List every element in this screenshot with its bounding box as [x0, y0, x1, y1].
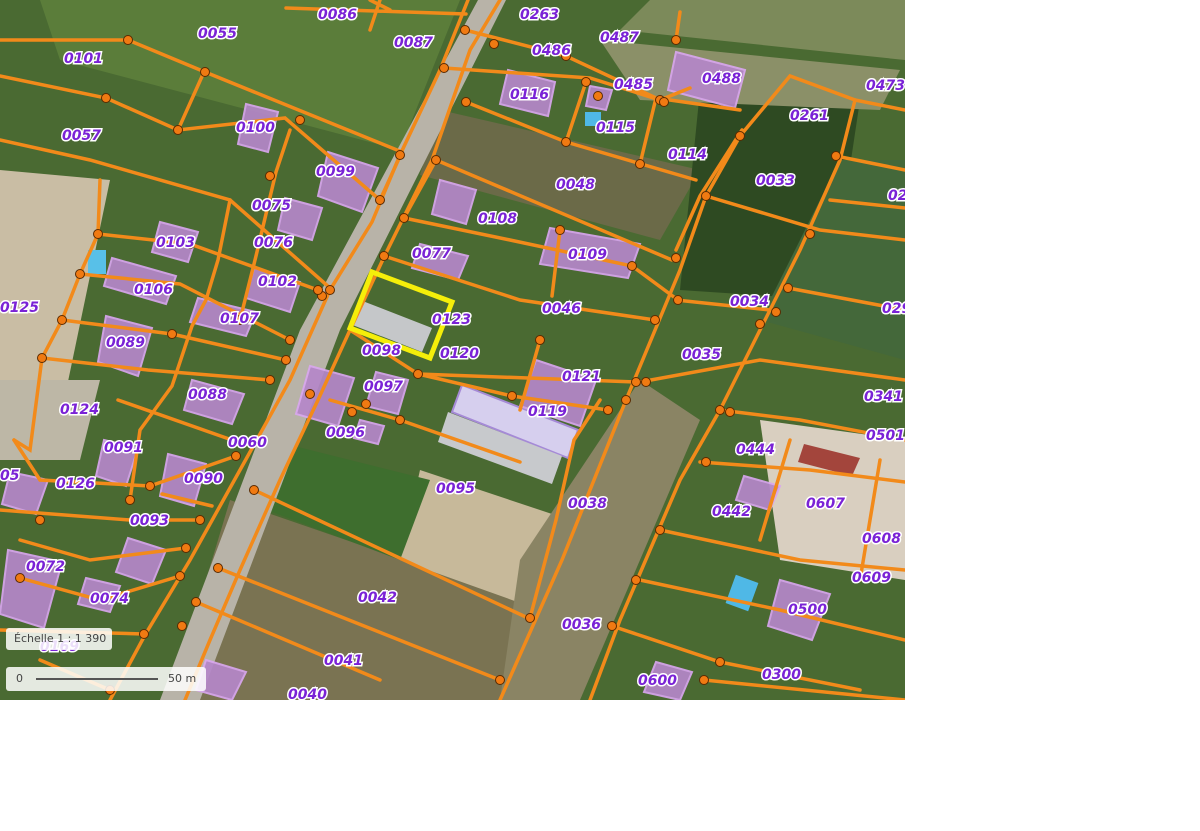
scale-bar-end: 50 m — [168, 672, 197, 685]
parcel-label: 0100 — [236, 120, 275, 136]
parcel-label: 0055 — [198, 26, 237, 42]
parcel-label: 0042 — [358, 590, 397, 606]
parcel-label: 0035 — [682, 347, 721, 363]
parcel-label: 0057 — [62, 128, 101, 144]
parcel-label: 0101 — [64, 51, 103, 67]
parcel-label: 0095 — [436, 481, 475, 497]
parcel-label: 0263 — [520, 7, 559, 23]
parcel-label: 0033 — [756, 173, 795, 189]
parcel-label: 0103 — [156, 235, 195, 251]
parcel-label: 0098 — [362, 343, 401, 359]
parcel-label: 0102 — [258, 274, 297, 290]
parcel-label: 0076 — [254, 235, 293, 251]
parcel-label: 0116 — [510, 87, 549, 103]
parcel-label: 0121 — [562, 369, 601, 385]
parcel-label: 0442 — [712, 504, 751, 520]
parcel-label: 0046 — [542, 301, 581, 317]
parcel-label: 0077 — [412, 246, 451, 262]
parcel-label: 0120 — [440, 346, 479, 362]
parcel-label: 0093 — [130, 513, 169, 529]
parcel-label: 0090 — [184, 471, 223, 487]
parcel-label: 0501 — [866, 428, 905, 444]
parcel-label: 0048 — [556, 177, 595, 193]
parcel-label: 0038 — [568, 496, 607, 512]
parcel-label: 0261 — [790, 108, 829, 124]
parcel-label: 0341 — [864, 389, 903, 405]
scale-bar: 0 50 m — [6, 667, 206, 691]
parcel-label: 0040 — [288, 687, 327, 700]
parcel-label: 0300 — [762, 667, 801, 683]
parcel-label: 0500 — [788, 602, 827, 618]
parcel-label: 0109 — [568, 247, 607, 263]
parcel-label: 0036 — [562, 617, 601, 633]
parcel-label: 0123 — [432, 312, 471, 328]
scale-ratio: Échelle 1 : 1 390 — [6, 628, 112, 650]
scale-bar-line — [36, 678, 158, 680]
parcel-label: 0041 — [324, 653, 363, 669]
parcel-label: 0488 — [702, 71, 741, 87]
parcel-label: 0485 — [614, 77, 653, 93]
parcel-label: 0034 — [730, 294, 769, 310]
parcel-label: 0487 — [600, 30, 639, 46]
parcel-label: 0108 — [478, 211, 517, 227]
parcel-label: 0444 — [736, 442, 775, 458]
scale-ratio-text: Échelle 1 : 1 390 — [14, 632, 107, 645]
map-canvas[interactable]: 0086 0263 0055 0087 0486 0487 0101 0488 … — [0, 0, 905, 700]
parcel-label: 0125 — [0, 300, 39, 316]
parcel-label: 0609 — [852, 570, 891, 586]
parcel-label: 0115 — [596, 120, 635, 136]
parcel-label: 0074 — [90, 591, 129, 607]
parcel-label: 0087 — [394, 35, 433, 51]
parcel-label: 0107 — [220, 311, 259, 327]
parcel-label: 0091 — [104, 440, 143, 456]
parcel-label: 0099 — [316, 164, 355, 180]
scale-bar-start: 0 — [16, 672, 23, 685]
parcel-label: 0096 — [326, 425, 365, 441]
parcel-label: 0072 — [26, 559, 65, 575]
parcel-label: 0473 — [866, 78, 905, 94]
parcel-label: 0114 — [668, 147, 707, 163]
parcel-label: 0060 — [228, 435, 267, 451]
parcel-label: 0486 — [532, 43, 571, 59]
parcel-label: 0086 — [318, 7, 357, 23]
parcel-label: 0075 — [252, 198, 291, 214]
parcel-label: 02 — [888, 188, 905, 204]
cadastral-map[interactable]: 0086 0263 0055 0087 0486 0487 0101 0488 … — [0, 0, 905, 700]
parcel-label: 0106 — [134, 282, 173, 298]
parcel-label: 029 — [882, 301, 905, 317]
parcel-label: 0097 — [364, 379, 403, 395]
parcel-label: 0088 — [188, 387, 227, 403]
parcel-label: 0126 — [56, 476, 95, 492]
parcel-label: 0600 — [638, 673, 677, 689]
parcel-label: 0089 — [106, 335, 145, 351]
parcel-label: 0607 — [806, 496, 845, 512]
parcel-label: 0119 — [528, 404, 567, 420]
parcel-label: 0124 — [60, 402, 99, 418]
parcel-label: 05 — [0, 468, 20, 484]
parcel-label: 0608 — [862, 531, 901, 547]
